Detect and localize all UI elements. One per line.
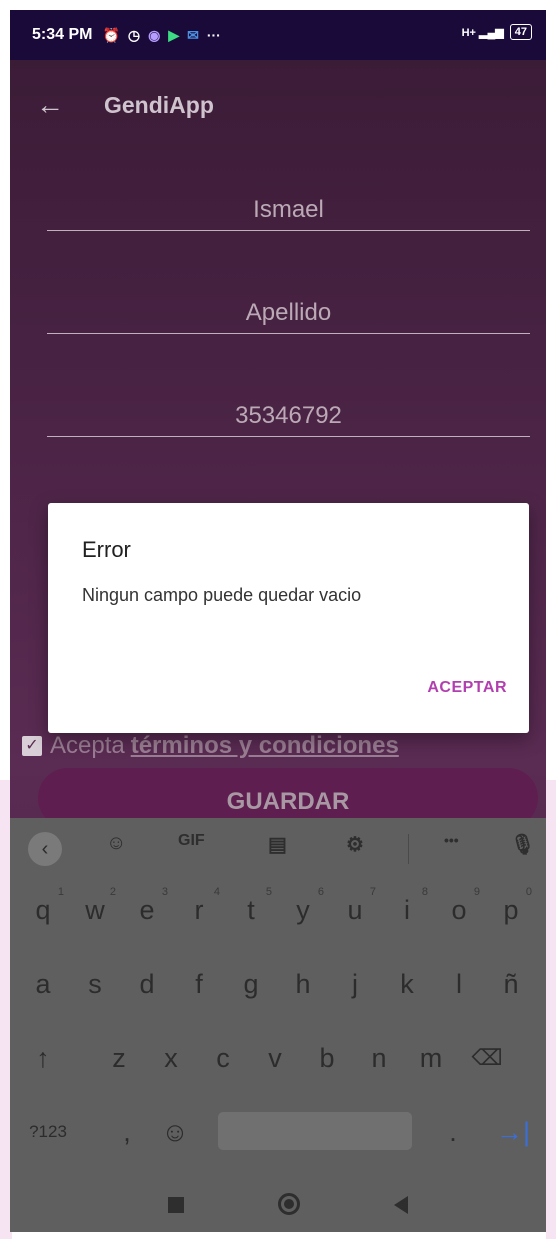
error-dialog: Error Ningun campo puede quedar vacio AC…: [48, 503, 529, 733]
keyboard-row-2: asdfghjklñ: [10, 954, 546, 1024]
key-x[interactable]: x: [146, 1028, 196, 1088]
sticker-icon[interactable]: ☺: [106, 832, 126, 855]
last-name-field[interactable]: Apellido: [47, 293, 530, 334]
settings-gear-icon[interactable]: ⚙: [346, 832, 364, 857]
key-r[interactable]: r4: [174, 880, 224, 940]
first-name-field[interactable]: Ismael: [47, 190, 530, 231]
terms-prefix: Acepta: [50, 732, 125, 759]
accept-button[interactable]: ACEPTAR: [427, 679, 507, 697]
key-ñ[interactable]: ñ: [486, 954, 536, 1014]
soft-keyboard: ‹ ☺ GIF ▤ ⚙ ••• 🎙 q1w2e3r4t5y6u7i8o9p0 a…: [10, 818, 546, 1180]
key-b[interactable]: b: [302, 1028, 352, 1088]
key-hint-5: 6: [317, 886, 324, 898]
backspace-key[interactable]: ⌫: [462, 1028, 512, 1088]
microphone-icon[interactable]: 🎙: [510, 832, 535, 857]
key-e[interactable]: e3: [122, 880, 172, 940]
key-o[interactable]: o9: [434, 880, 484, 940]
key-hint-3: 4: [213, 886, 220, 898]
status-right: H+ ▂▄▆ 47: [462, 24, 532, 40]
terms-checkbox[interactable]: ✓: [22, 736, 42, 756]
key-k[interactable]: k: [382, 954, 432, 1014]
key-w[interactable]: w2: [70, 880, 120, 940]
key-p[interactable]: p0: [486, 880, 536, 940]
home-icon[interactable]: [278, 1193, 300, 1215]
app-icon: ◉: [148, 26, 161, 43]
period-key[interactable]: .: [428, 1102, 478, 1162]
key-d[interactable]: d: [122, 954, 172, 1014]
alarm-off-icon: ⏰: [102, 26, 120, 43]
key-g[interactable]: g: [226, 954, 276, 1014]
document-field[interactable]: 35346792: [47, 396, 530, 437]
right-edge-tint: [546, 780, 556, 1239]
notification-icons: ⏰ ◷ ◉ ▶ ✉ ···: [102, 27, 220, 44]
keyboard-collapse-icon[interactable]: ‹: [28, 832, 62, 866]
emoji-key[interactable]: ☺: [150, 1102, 200, 1162]
battery-icon: 47: [509, 24, 532, 40]
status-time: 5:34 PM: [32, 26, 93, 43]
dialog-message: Ningun campo puede quedar vacio: [82, 585, 362, 605]
key-v[interactable]: v: [250, 1028, 300, 1088]
terms-link[interactable]: términos y condiciones: [131, 732, 399, 760]
keyboard-row-3: ↑ ⌫ zxcvbnm: [10, 1028, 546, 1098]
terms-row: ✓ Acepta términos y condiciones: [22, 732, 399, 760]
key-i[interactable]: i8: [382, 880, 432, 940]
recents-icon[interactable]: [168, 1197, 184, 1213]
shift-key[interactable]: ↑: [18, 1028, 68, 1088]
key-hint-1: 2: [109, 886, 116, 898]
app-toolbar: ← GendiApp: [10, 60, 546, 150]
key-s[interactable]: s: [70, 954, 120, 1014]
key-hint-6: 7: [369, 886, 376, 898]
key-c[interactable]: c: [198, 1028, 248, 1088]
key-l[interactable]: l: [434, 954, 484, 1014]
key-h[interactable]: h: [278, 954, 328, 1014]
dialog-title: Error: [82, 537, 131, 562]
gif-button[interactable]: GIF: [178, 832, 205, 850]
signal-icon: H+ ▂▄▆: [461, 26, 504, 39]
key-q[interactable]: q1: [18, 880, 68, 940]
key-z[interactable]: z: [94, 1028, 144, 1088]
keyboard-toolbar: ‹ ☺ GIF ▤ ⚙ ••• 🎙: [10, 818, 546, 878]
next-key-icon[interactable]: →|: [488, 1102, 538, 1162]
symbols-key[interactable]: ?123: [18, 1102, 78, 1162]
status-bar: 5:34 PM ⏰ ◷ ◉ ▶ ✉ ··· H+ ▂▄▆ 47: [10, 10, 546, 60]
mail-icon: ✉: [187, 26, 199, 43]
app-title: GendiApp: [104, 91, 214, 118]
system-nav-bar: [10, 1180, 546, 1232]
phone-screen: 5:34 PM ⏰ ◷ ◉ ▶ ✉ ··· H+ ▂▄▆ 47 ← GendiA…: [10, 10, 546, 1232]
play-store-icon: ▶: [168, 26, 180, 43]
key-hint-0: 1: [57, 886, 64, 898]
keyboard-row-1: q1w2e3r4t5y6u7i8o9p0: [10, 880, 546, 950]
back-arrow-icon[interactable]: ←: [36, 89, 64, 121]
more-options-icon[interactable]: •••: [444, 832, 459, 848]
key-f[interactable]: f: [174, 954, 224, 1014]
key-hint-4: 5: [265, 886, 272, 898]
key-u[interactable]: u7: [330, 880, 380, 940]
key-hint-7: 8: [421, 886, 428, 898]
clock-icon: ◷: [127, 26, 141, 43]
key-n[interactable]: n: [354, 1028, 404, 1088]
key-y[interactable]: y6: [278, 880, 328, 940]
more-notifications-icon: ···: [206, 27, 221, 43]
key-t[interactable]: t5: [226, 880, 276, 940]
clipboard-icon[interactable]: ▤: [268, 832, 287, 857]
back-triangle-icon[interactable]: [394, 1196, 408, 1214]
key-a[interactable]: a: [18, 954, 68, 1014]
keyboard-toolbar-divider: [408, 834, 409, 864]
space-bar[interactable]: [218, 1112, 412, 1150]
key-j[interactable]: j: [330, 954, 380, 1014]
comma-key[interactable]: ,: [102, 1102, 152, 1162]
key-hint-2: 3: [161, 886, 168, 898]
key-hint-9: 0: [525, 886, 532, 898]
key-hint-8: 9: [473, 886, 480, 898]
key-m[interactable]: m: [406, 1028, 456, 1088]
